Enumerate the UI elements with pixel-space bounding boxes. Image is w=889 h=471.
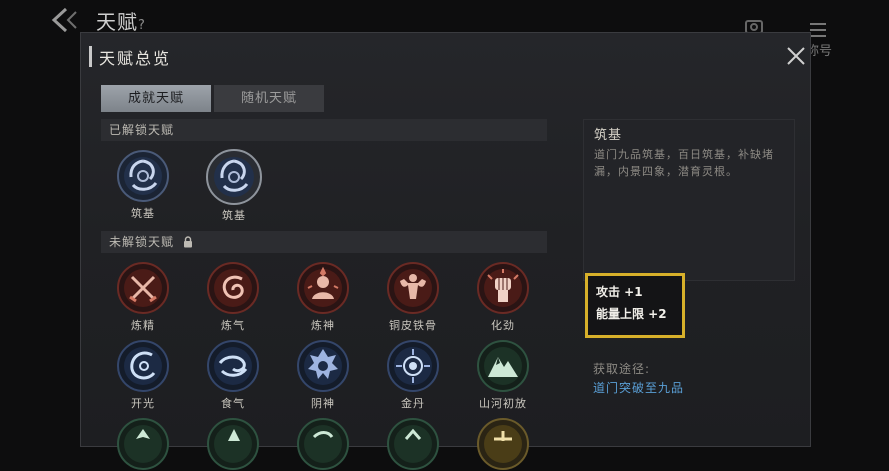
talent-label: 炼气 [221,319,245,332]
talent-label: 铜皮铁骨 [389,319,437,332]
obtain-method-label: 获取途径: [593,362,651,376]
back-arrow-icon[interactable] [50,6,80,34]
locked-section-header: 未解锁天赋 [101,231,547,253]
locked-talent-icon [477,418,529,470]
stat-bonus-box: 攻击 +1 能量上限 +2 [585,273,685,338]
talent-label: 金丹 [401,397,425,410]
swirl-ring-icon [206,149,262,205]
locked-talent-icon [207,418,259,470]
menu-icon[interactable] [808,20,828,40]
raised-fist-icon [477,262,529,314]
unlocked-section-label: 已解锁天赋 [109,123,175,137]
obtain-method-value[interactable]: 道门突破至九品 [593,379,684,396]
close-icon[interactable] [785,45,807,67]
talent-item-locked[interactable]: 金丹 [378,339,448,411]
detail-talent-name: 筑基 [594,128,623,143]
whirlwind-icon [207,262,259,314]
talent-label: 炼精 [131,319,155,332]
locked-talent-icon [387,418,439,470]
talent-label: 山河初放 [479,397,527,410]
talent-item-locked[interactable]: 阴神 [288,339,358,411]
spirit-face-icon [297,340,349,392]
title-accent-bar [89,46,92,67]
meditating-figure-icon [297,262,349,314]
talent-label: 食气 [221,397,245,410]
stat-line: 能量上限 +2 [596,307,667,321]
talent-item-locked[interactable]: 炼气 [198,261,268,333]
talent-item-unlocked[interactable]: 筑基 [108,149,178,221]
talent-item-locked[interactable]: 化劲 [468,261,538,333]
mountain-icon [477,340,529,392]
swirl-ring-icon [117,150,169,202]
tab-achievement-talents[interactable]: 成就天赋 [101,85,211,112]
detail-description: 道门九品筑基，百日筑基，补缺堵漏，内景四象，潜育灵根。 [594,148,774,178]
talent-overview-panel: 天赋总览 成就天赋 随机天赋 已解锁天赋 筑基 筑基 未解锁天赋 炼精 炼气 炼… [80,32,811,470]
talent-item-locked[interactable] [378,417,448,471]
stat-line: 攻击 +1 [596,285,643,299]
talent-label: 筑基 [131,207,155,220]
golden-core-icon [387,340,439,392]
talent-label: 炼神 [311,319,335,332]
talent-item-locked[interactable] [108,417,178,471]
locked-section-label: 未解锁天赋 [109,235,175,249]
unlocked-section-header: 已解锁天赋 [101,119,547,141]
talent-item-locked[interactable] [198,417,268,471]
talent-label: 阴神 [311,397,335,410]
talent-detail-panel: 筑基 道门九品筑基，百日筑基，补缺堵漏，内景四象，潜育灵根。 [583,119,795,281]
locked-talent-icon [297,418,349,470]
crossed-swords-icon [117,262,169,314]
talent-item-locked[interactable]: 开光 [108,339,178,411]
talent-item-locked[interactable] [468,417,538,471]
locked-talent-icon [117,418,169,470]
background-title: 天赋? [96,10,146,34]
talent-label: 化劲 [491,319,515,332]
wind-swirl-icon [207,340,259,392]
talent-item-locked[interactable]: 炼神 [288,261,358,333]
muscle-man-icon [387,262,439,314]
lock-icon [183,236,192,248]
tab-random-talents[interactable]: 随机天赋 [214,85,324,112]
panel-title: 天赋总览 [99,49,172,68]
talent-item-locked[interactable]: 山河初放 [468,339,538,411]
talent-item-locked[interactable]: 食气 [198,339,268,411]
talent-item-locked[interactable]: 铜皮铁骨 [378,261,448,333]
talent-item-locked[interactable] [288,417,358,471]
talent-label: 筑基 [222,209,246,222]
talent-item-locked[interactable]: 炼精 [108,261,178,333]
talent-label: 开光 [131,397,155,410]
talent-item-unlocked-selected[interactable]: 筑基 [199,149,269,223]
crescent-spiral-icon [117,340,169,392]
